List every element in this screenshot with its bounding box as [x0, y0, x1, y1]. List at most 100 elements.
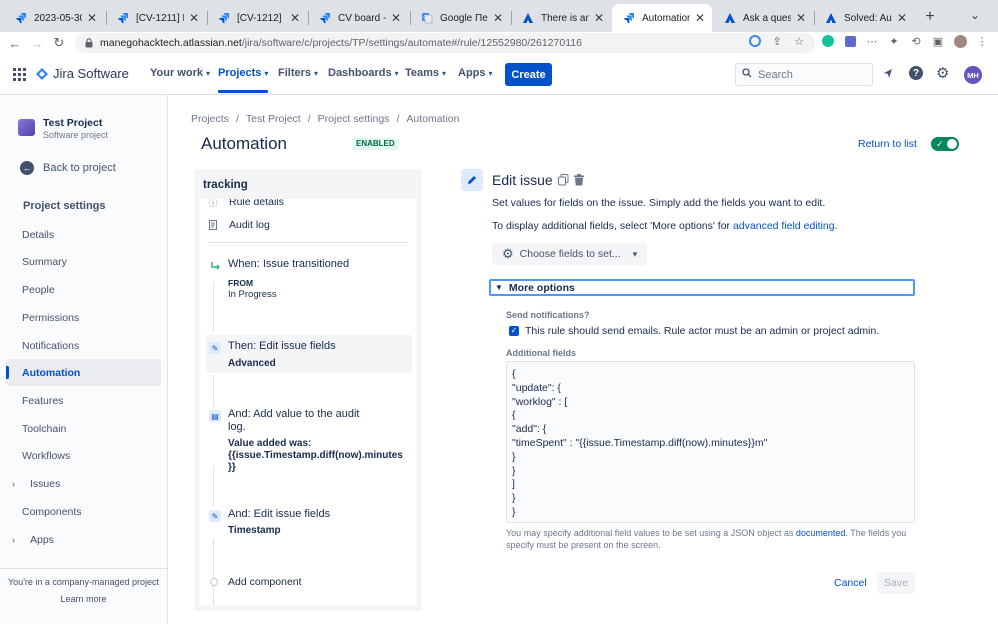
copy-icon[interactable] [558, 174, 569, 189]
sidebar-item-automation[interactable]: Automation [6, 359, 161, 386]
action-audit-log[interactable]: ▤ And: Add value to the audit log. Value … [206, 403, 412, 473]
close-icon[interactable]: ✕ [86, 11, 98, 25]
rule-panel: tracking ⓘ Rule details Audit log When: … [194, 169, 422, 611]
sidebar-item-details[interactable]: Details [6, 221, 161, 248]
close-icon[interactable]: ✕ [795, 11, 807, 25]
new-tab-icon[interactable]: + [921, 8, 939, 26]
tab-title: Google Перев [440, 12, 488, 24]
address-bar[interactable]: manegohacktech.atlassian.net/jira/softwa… [75, 33, 815, 53]
chevron-down-icon: ▾ [488, 68, 493, 78]
browser-tab[interactable]: [CV-1211] Bul ✕ [106, 4, 206, 32]
notifications-icon[interactable] [882, 67, 895, 83]
learn-more-link[interactable]: Learn more [0, 594, 167, 604]
jira-logo[interactable]: Jira Software [36, 66, 129, 81]
more-options-toggle[interactable]: ▼ More options [489, 279, 915, 296]
audit-log-link[interactable]: Audit log [208, 219, 270, 231]
send-notifications-label: Send notifications? [506, 310, 590, 320]
tab-title: 2023-05-30 M [34, 12, 82, 24]
more-dots-icon[interactable]: ⋯ [865, 34, 879, 48]
component-title: Edit issue [492, 172, 553, 188]
sidebar-item-components[interactable]: Components [6, 498, 161, 525]
settings-gear-icon[interactable]: ⚙ [936, 64, 949, 82]
extension-icon[interactable] [843, 34, 857, 48]
trigger-issue-transitioned[interactable]: When: Issue transitioned FROM In Progres… [206, 253, 412, 305]
svg-text:G: G [423, 15, 427, 21]
nav-projects[interactable]: Projects ▾ [218, 67, 269, 93]
app-switcher-icon[interactable] [13, 68, 26, 84]
advanced-field-editing-link[interactable]: advanced field editing [733, 220, 835, 232]
browser-tab[interactable]: 2023-05-30 M ✕ [4, 4, 104, 32]
close-icon[interactable]: ✕ [289, 11, 301, 25]
reload-icon[interactable]: ↻ [50, 34, 68, 52]
sidebar-item-issues[interactable]: › Issues [6, 470, 161, 497]
side-panel-icon[interactable]: ▣ [931, 34, 945, 48]
additional-fields-json-editor[interactable]: { "update": { "worklog" : [ { "add": { "… [506, 361, 915, 523]
sidebar-item-people[interactable]: People [6, 276, 161, 303]
nav-filters[interactable]: Filters ▾ [278, 67, 318, 79]
sidebar-item-summary[interactable]: Summary [6, 248, 161, 275]
add-component-button[interactable]: Add component [210, 576, 302, 588]
close-icon[interactable]: ✕ [188, 11, 200, 25]
nav-apps[interactable]: Apps ▾ [458, 67, 493, 79]
browser-tab[interactable]: G Google Перев ✕ [410, 4, 510, 32]
nav-teams[interactable]: Teams ▾ [405, 67, 446, 79]
sidebar-item-workflows[interactable]: Workflows [6, 442, 161, 469]
sync-icon[interactable]: ⟲ [909, 34, 923, 48]
search-input[interactable]: Search [735, 63, 873, 86]
send-notifications-checkbox[interactable]: ✓ [509, 326, 519, 336]
breadcrumb-project-settings[interactable]: Project settings [318, 113, 390, 125]
profile-avatar[interactable] [953, 34, 967, 48]
close-icon[interactable]: ✕ [492, 11, 504, 25]
jira-top-nav: Jira Software Your work ▾ Projects ▾ Filte… [0, 54, 998, 95]
close-icon[interactable]: ✕ [896, 11, 908, 25]
browser-tab-active[interactable]: Automation - ✕ [612, 4, 712, 32]
google-icon[interactable] [748, 34, 762, 48]
back-arrow-icon[interactable]: ← [6, 34, 24, 52]
back-to-project-link[interactable]: ← Back to project [20, 161, 116, 175]
breadcrumb-automation[interactable]: Automation [406, 113, 459, 125]
help-icon[interactable]: ? [909, 66, 923, 80]
documented-link[interactable]: documented [796, 528, 846, 538]
sidebar-item-apps[interactable]: › Apps [6, 526, 161, 553]
action-edit-issue-timestamp[interactable]: ✎ And: Edit issue fields Timestamp [206, 503, 412, 541]
rule-details-link[interactable]: ⓘ Rule details [208, 199, 283, 208]
browser-tab[interactable]: Solved: Autom ✕ [814, 4, 914, 32]
grammarly-icon[interactable] [821, 34, 835, 48]
close-icon[interactable]: ✕ [593, 11, 605, 25]
breadcrumb-test-project[interactable]: Test Project [246, 113, 301, 125]
cancel-button[interactable]: Cancel [834, 577, 867, 589]
browser-tab[interactable]: There is anoth ✕ [511, 4, 611, 32]
advanced-hint: To display additional fields, select 'Mo… [492, 220, 838, 232]
rule-enabled-toggle[interactable]: ✓ [931, 137, 959, 151]
choose-fields-dropdown[interactable]: ⚙ Choose fields to set... ▾ [492, 243, 647, 265]
browser-menu-icon[interactable]: ⋮ [975, 34, 989, 48]
sidebar-item-permissions[interactable]: Permissions [6, 304, 161, 331]
share-icon[interactable]: ⇪ [770, 34, 784, 48]
create-button[interactable]: Create [505, 63, 552, 86]
url-host: manegohacktech.atlassian.net [100, 37, 242, 49]
browser-tab[interactable]: CV board - Ag ✕ [308, 4, 408, 32]
atlassian-icon [824, 11, 838, 25]
chevron-down-icon: ▾ [394, 68, 399, 78]
forward-arrow-icon[interactable]: → [28, 34, 46, 52]
close-icon[interactable]: ✕ [694, 11, 706, 25]
user-avatar[interactable]: MH [964, 66, 982, 84]
check-icon: ✓ [936, 139, 944, 149]
sidebar-item-notifications[interactable]: Notifications [6, 332, 161, 359]
breadcrumb-projects[interactable]: Projects [191, 113, 229, 125]
action-edit-issue-advanced[interactable]: ✎ Then: Edit issue fields Advanced [206, 335, 412, 373]
trash-icon[interactable] [574, 174, 584, 189]
tab-search-icon[interactable]: ⌄ [970, 8, 980, 22]
close-icon[interactable]: ✕ [390, 11, 402, 25]
rule-name[interactable]: tracking [203, 179, 248, 191]
browser-tab[interactable]: [CV-1212] Bul ✕ [207, 4, 307, 32]
sidebar-item-features[interactable]: Features [6, 387, 161, 414]
return-to-list-link[interactable]: Return to list [858, 138, 917, 150]
bookmark-star-icon[interactable]: ☆ [792, 34, 806, 48]
puzzle-extensions-icon[interactable]: ✦ [887, 34, 901, 48]
sidebar-item-toolchain[interactable]: Toolchain [6, 415, 161, 442]
browser-tab[interactable]: Ask a question ✕ [713, 4, 813, 32]
nav-your-work[interactable]: Your work ▾ [150, 67, 210, 79]
save-button[interactable]: Save [877, 572, 915, 594]
nav-dashboards[interactable]: Dashboards ▾ [328, 67, 399, 79]
